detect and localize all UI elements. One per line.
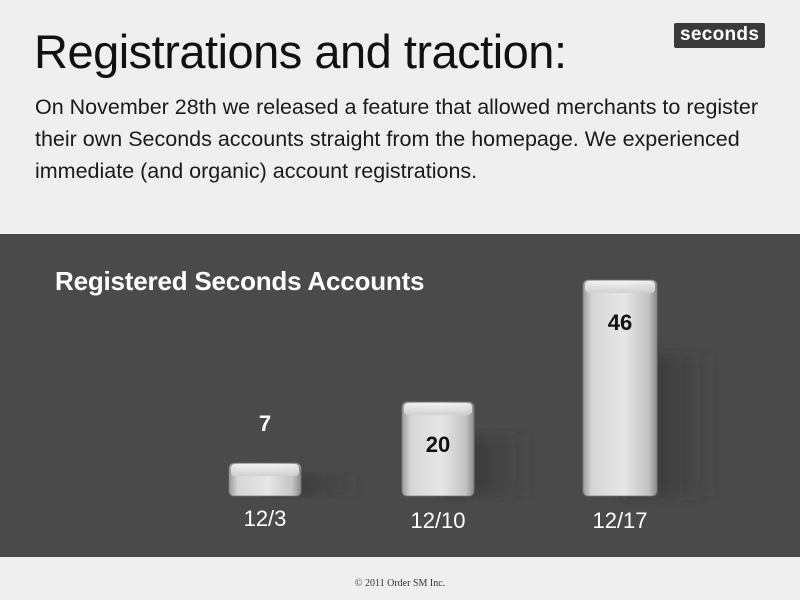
- bar-2: [582, 279, 720, 497]
- bar-value-label: 46: [608, 310, 632, 335]
- footer-copyright: © 2011 Order SM Inc.: [354, 578, 446, 589]
- seconds-logo: seconds: [674, 23, 766, 48]
- chart-panel: Registered Seconds Accounts 7 12/3 20 12/10…: [0, 234, 800, 557]
- bar-value-label: 7: [259, 411, 271, 436]
- category-label: 12/3: [244, 506, 287, 531]
- slide-title: Registrations and traction:: [34, 25, 567, 78]
- bar-top: [231, 464, 299, 477]
- bar-0: [228, 462, 363, 497]
- bar-1: [401, 401, 536, 497]
- intro-paragraph: On November 28th we released a feature t…: [35, 95, 759, 183]
- bar-chart: 7 12/3 20 12/10 46 12/17: [228, 279, 720, 533]
- bar-value-label: 20: [426, 432, 450, 457]
- category-label: 12/17: [592, 508, 647, 533]
- category-label: 12/10: [410, 508, 465, 533]
- bar-top: [585, 281, 655, 293]
- bar-top: [404, 403, 472, 416]
